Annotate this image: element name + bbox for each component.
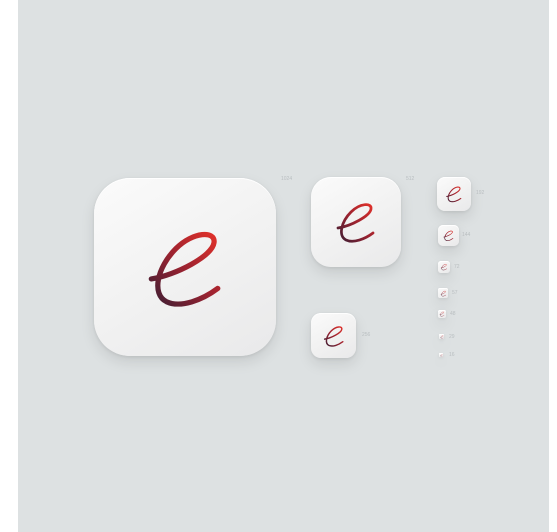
- cursive-e-icon: [321, 323, 347, 349]
- size-label-512: 512: [406, 176, 415, 182]
- app-icon-1024: [94, 178, 276, 356]
- size-label-256: 256: [362, 332, 371, 338]
- app-icon-192: [437, 177, 471, 211]
- size-label-16: 16: [449, 352, 455, 358]
- size-label-192: 192: [476, 190, 485, 196]
- app-icon-29: [439, 334, 444, 339]
- cursive-e-icon: [444, 184, 464, 204]
- cursive-e-icon: [440, 290, 447, 297]
- cursive-e-icon: [442, 229, 455, 242]
- size-label-144: 144: [462, 232, 471, 238]
- cursive-e-icon: [439, 311, 445, 317]
- size-label-29: 29: [449, 334, 455, 340]
- size-label-57: 57: [452, 290, 458, 296]
- app-icon-72: [438, 261, 450, 273]
- cursive-e-icon: [331, 197, 381, 247]
- size-label-48: 48: [450, 311, 456, 317]
- cursive-e-icon: [440, 354, 443, 357]
- app-icon-16: [439, 353, 443, 357]
- cursive-e-icon: [138, 220, 233, 315]
- app-icon-48: [438, 310, 446, 318]
- app-icon-256: [311, 313, 356, 358]
- app-icon-144: [438, 225, 459, 246]
- app-icon-512: [311, 177, 401, 267]
- cursive-e-icon: [440, 263, 448, 271]
- size-label-1024: 1024: [281, 176, 293, 182]
- size-label-72: 72: [454, 264, 460, 270]
- icon-sheet-canvas: 1024 512 256 192 144 72 57 48 29 16: [18, 0, 549, 532]
- cursive-e-icon: [440, 335, 444, 339]
- app-icon-57: [438, 288, 448, 298]
